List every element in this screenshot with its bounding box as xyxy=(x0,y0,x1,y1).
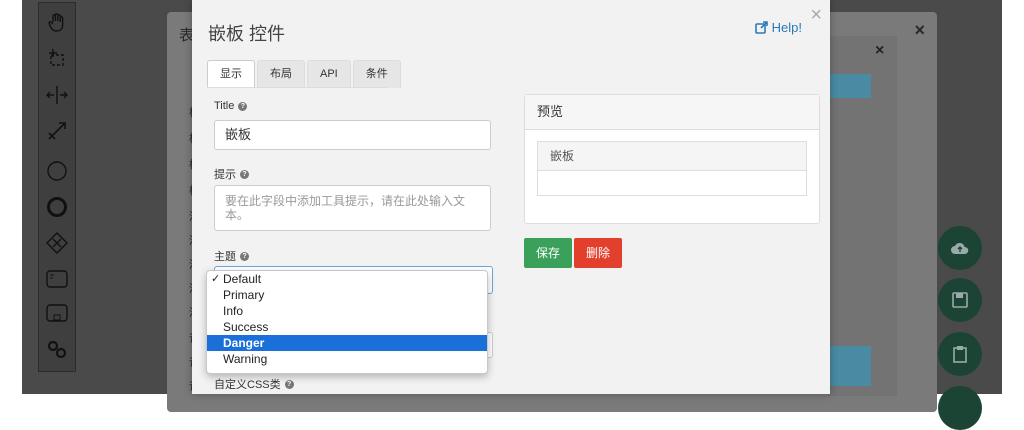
save-icon[interactable] xyxy=(938,278,982,322)
help-tooltip-icon[interactable]: ? xyxy=(240,251,249,261)
hand-tool-icon[interactable] xyxy=(45,11,69,35)
start-event-icon[interactable] xyxy=(45,159,69,183)
tooltip-label-text: 提示 xyxy=(214,169,236,181)
save-button[interactable]: 保存 xyxy=(524,238,573,268)
help-tooltip-icon[interactable]: ? xyxy=(238,101,248,111)
accent-bar xyxy=(829,346,871,386)
tab-api[interactable]: API xyxy=(307,60,351,88)
floating-action-button[interactable] xyxy=(938,386,982,430)
css-class-label: 自定义CSS类 ? xyxy=(214,376,294,392)
connect-tool-icon[interactable] xyxy=(45,119,69,143)
page-left-margin xyxy=(0,0,22,394)
subprocess-icon[interactable] xyxy=(45,301,69,325)
task-icon[interactable] xyxy=(45,267,69,291)
theme-label: 主题 ? xyxy=(214,248,249,264)
settings-tabs: 显示 布局 API 条件 xyxy=(207,60,403,88)
theme-option-label: Primary xyxy=(223,288,265,302)
link-icon[interactable] xyxy=(45,337,69,361)
tab-conditional[interactable]: 条件 xyxy=(352,60,401,88)
check-icon: ✓ xyxy=(211,273,221,285)
theme-dropdown-menu: ✓ Default Primary Info Success Danger Wa… xyxy=(206,270,488,374)
tooltip-label: 提示 ? xyxy=(214,166,249,182)
theme-option-label: Danger xyxy=(223,336,265,350)
space-tool-icon[interactable] xyxy=(45,83,69,107)
help-link[interactable]: Help! xyxy=(754,20,802,35)
theme-option-label: Warning xyxy=(223,352,268,366)
modal-title: 嵌板 控件 xyxy=(208,24,286,44)
help-tooltip-icon[interactable]: ? xyxy=(240,169,249,179)
theme-option-success[interactable]: Success xyxy=(207,319,487,335)
clipboard-icon[interactable] xyxy=(938,332,982,376)
theme-option-label: Success xyxy=(223,320,269,334)
css-class-label-text: 自定义CSS类 xyxy=(214,379,281,391)
theme-option-default[interactable]: ✓ Default xyxy=(207,271,487,287)
tab-display[interactable]: 显示 xyxy=(207,60,255,88)
lasso-tool-icon[interactable] xyxy=(45,47,69,71)
title-input-value: 嵌板 xyxy=(225,127,252,142)
theme-label-text: 主题 xyxy=(214,251,236,263)
title-label-text: Title xyxy=(214,100,235,112)
external-link-icon xyxy=(754,21,768,34)
preview-panel: 预览 嵌板 xyxy=(524,94,820,224)
secondary-dialog: × xyxy=(828,36,897,396)
page-right-margin xyxy=(1002,0,1024,394)
tab-layout[interactable]: 布局 xyxy=(257,60,305,88)
end-event-icon[interactable] xyxy=(45,195,69,219)
tooltip-textarea[interactable]: 要在此字段中添加工具提示，请在此处输入文本。 xyxy=(214,185,491,231)
theme-option-danger[interactable]: Danger xyxy=(207,335,487,351)
theme-option-warning[interactable]: Warning xyxy=(207,351,487,367)
accent-bar xyxy=(829,74,871,98)
theme-option-label: Default xyxy=(223,272,262,286)
tab-divider xyxy=(207,87,387,88)
preview-panel-title: 嵌板 xyxy=(538,142,806,171)
preview-panel-component: 嵌板 xyxy=(537,141,807,196)
title-label: Title ? xyxy=(214,100,248,112)
gateway-icon[interactable] xyxy=(45,231,69,255)
tool-palette xyxy=(38,2,76,372)
close-icon[interactable]: × xyxy=(914,20,925,41)
close-icon[interactable]: × xyxy=(875,42,884,60)
theme-option-info[interactable]: Info xyxy=(207,303,487,319)
close-icon[interactable]: × xyxy=(810,4,822,27)
delete-button[interactable]: 删除 xyxy=(574,238,623,268)
theme-option-primary[interactable]: Primary xyxy=(207,287,487,303)
theme-option-label: Info xyxy=(223,304,244,318)
cloud-upload-icon[interactable] xyxy=(938,226,982,270)
tooltip-placeholder: 要在此字段中添加工具提示，请在此处输入文本。 xyxy=(225,194,466,222)
help-label: Help! xyxy=(771,20,802,35)
help-tooltip-icon[interactable]: ? xyxy=(284,379,294,389)
title-input[interactable]: 嵌板 xyxy=(214,120,491,150)
preview-heading: 预览 xyxy=(525,95,819,130)
